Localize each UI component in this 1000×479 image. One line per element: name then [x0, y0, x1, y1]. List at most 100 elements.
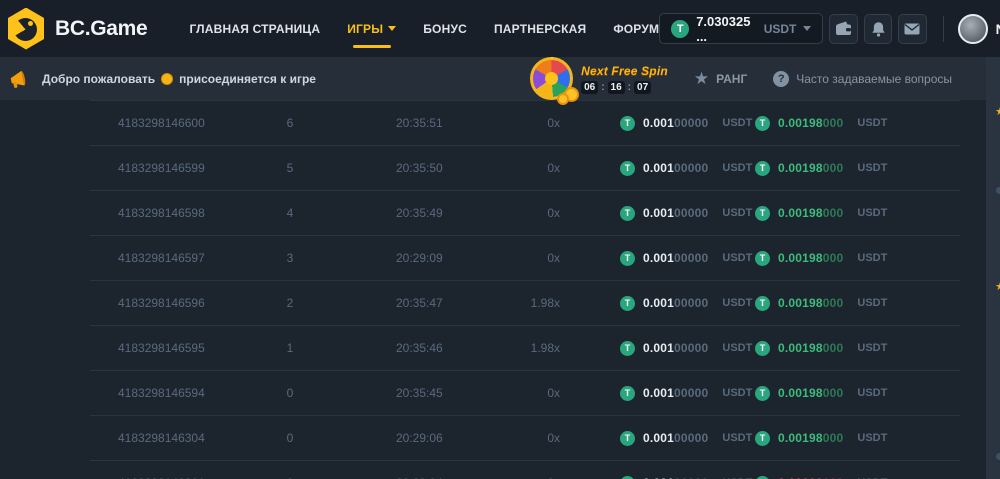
announcement-suffix: присоединяется к игре: [179, 72, 316, 86]
megaphone-icon: [8, 68, 30, 90]
bet-id-cell: 4183298146596: [90, 296, 260, 310]
bet-amount: 0.00100000: [643, 431, 708, 445]
main-nav: ГЛАВНАЯ СТРАНИЦА ИГРЫ БОНУС ПАРТНЕРСКАЯ …: [189, 0, 659, 57]
promo-bar-right: Next Free Spin 06 : 16 : 07 ★ РАНГ ? Час…: [530, 57, 952, 100]
nav-item-games[interactable]: ИГРЫ: [347, 0, 396, 57]
faq-button[interactable]: ? Часто задаваемые вопросы: [773, 71, 952, 87]
bet-amount: 0.00100000: [643, 116, 708, 130]
win-amount: 0.00198000: [778, 341, 843, 355]
avatar: [958, 14, 988, 44]
bet-amount-cell: T0.00100000USDT: [560, 296, 750, 311]
free-spin-widget[interactable]: Next Free Spin 06 : 16 : 07: [530, 57, 668, 100]
brand-name: BC.Game: [55, 17, 147, 41]
win-amount-cell: T0.00198000USDT: [750, 431, 960, 446]
bet-id-cell: 4183298146599: [90, 161, 260, 175]
free-spin-timer: 06 : 16 : 07: [581, 81, 668, 94]
bell-icon: [871, 21, 886, 37]
wallet-button[interactable]: [829, 14, 857, 44]
round-cell: 6: [260, 116, 320, 130]
chat-edge-rail[interactable]: ★ ★: [986, 57, 1000, 479]
amount-trailing-zeros: 000: [823, 341, 844, 355]
tether-icon: T: [755, 251, 770, 266]
bet-id-cell: 4183298146304: [90, 431, 260, 445]
table-row[interactable]: 4183298146301020:29:040xT0.00100000USDTT…: [90, 460, 960, 479]
table-row[interactable]: 4183298146600620:35:510xT0.00100000USDTT…: [90, 100, 960, 145]
bet-amount: 0.00100000: [643, 296, 708, 310]
tether-icon: T: [755, 296, 770, 311]
table-row[interactable]: 4183298146598420:35:490xT0.00100000USDTT…: [90, 190, 960, 235]
timer-separator: :: [628, 82, 631, 93]
amount-trailing-zeros: 00000: [674, 431, 708, 445]
win-amount: 0.00198000: [778, 431, 843, 445]
table-row[interactable]: 4183298146597320:29:090xT0.00100000USDTT…: [90, 235, 960, 280]
announcement-prefix: Добро пожаловать: [42, 72, 155, 86]
table-row[interactable]: 4183298146304020:29:060xT0.00100000USDTT…: [90, 415, 960, 460]
win-amount: 0.00198000: [778, 386, 843, 400]
table-row[interactable]: 4183298146599520:35:500xT0.00100000USDTT…: [90, 145, 960, 190]
round-cell: 4: [260, 206, 320, 220]
bet-amount-cell: T0.00100000USDT: [560, 386, 750, 401]
star-emoji-icon: ★: [995, 107, 1000, 118]
table-row[interactable]: 4183298146594020:35:450xT0.00100000USDTT…: [90, 370, 960, 415]
nav-item-bonus[interactable]: БОНУС: [423, 0, 467, 57]
spin-wheel-icon: [530, 57, 573, 100]
bet-amount: 0.00100000: [643, 206, 708, 220]
tether-icon: T: [755, 386, 770, 401]
win-amount-cell: T0.00198000USDT: [750, 161, 960, 176]
bet-id-cell: 4183298146600: [90, 116, 260, 130]
amount-main: 0.00198: [778, 251, 823, 265]
amount-trailing-zeros: 00000: [674, 116, 708, 130]
top-navbar: BC.Game ГЛАВНАЯ СТРАНИЦА ИГРЫ БОНУС ПАРТ…: [0, 0, 1000, 57]
round-cell: 2: [260, 296, 320, 310]
nav-item-label: БОНУС: [423, 22, 467, 36]
tether-icon: T: [620, 296, 635, 311]
multiplier-cell: 0x: [490, 386, 560, 400]
win-amount: 0.00198000: [778, 296, 843, 310]
notifications-button[interactable]: [864, 14, 892, 44]
amount-trailing-zeros: 000: [823, 296, 844, 310]
timer-separator: :: [601, 82, 604, 93]
multiplier-cell: 0x: [490, 431, 560, 445]
balance-selector[interactable]: T 7.030325 ... USDT: [659, 13, 823, 44]
rank-button[interactable]: ★ РАНГ: [694, 70, 747, 87]
chevron-down-icon: [388, 26, 396, 31]
currency-label: USDT: [857, 252, 887, 264]
win-amount: 0.00198000: [778, 161, 843, 175]
amount-trailing-zeros: 000: [823, 161, 844, 175]
multiplier-cell: 0x: [490, 206, 560, 220]
timer-hours: 06: [581, 81, 598, 94]
multiplier-cell: 0x: [490, 251, 560, 265]
time-cell: 20:35:47: [320, 296, 490, 310]
amount-trailing-zeros: 00000: [674, 251, 708, 265]
announcement-message[interactable]: Добро пожаловать присоединяется к игре: [42, 72, 316, 86]
bet-id-cell: 4183298146595: [90, 341, 260, 355]
tether-icon: T: [620, 251, 635, 266]
amount-trailing-zeros: 000: [823, 431, 844, 445]
bet-id-cell: 4183298146594: [90, 386, 260, 400]
nav-item-home[interactable]: ГЛАВНАЯ СТРАНИЦА: [189, 0, 320, 57]
messages-button[interactable]: [898, 14, 926, 44]
bet-id-cell: 4183298146597: [90, 251, 260, 265]
currency-label: USDT: [722, 432, 752, 444]
brand-logo[interactable]: BC.Game: [6, 8, 147, 50]
user-menu[interactable]: Nashka: [958, 14, 1000, 44]
table-row[interactable]: 4183298146596220:35:471.98xT0.00100000US…: [90, 280, 960, 325]
multiplier-cell: 1.98x: [490, 341, 560, 355]
currency-label: USDT: [857, 162, 887, 174]
bets-table-body: 4183298146600620:35:510xT0.00100000USDTT…: [90, 100, 960, 479]
nav-item-affiliate[interactable]: ПАРТНЕРСКАЯ: [494, 0, 586, 57]
balance-currency: USDT: [764, 22, 797, 36]
amount-trailing-zeros: 000: [823, 206, 844, 220]
win-amount-cell: T0.00198000USDT: [750, 251, 960, 266]
nav-item-label: ИГРЫ: [347, 22, 383, 36]
multiplier-cell: 0x: [490, 116, 560, 130]
tether-icon: T: [620, 431, 635, 446]
balance-amount: 7.030325 ...: [696, 14, 756, 44]
currency-label: USDT: [857, 342, 887, 354]
brand-logo-icon: [6, 8, 46, 50]
table-row[interactable]: 4183298146595120:35:461.98xT0.00100000US…: [90, 325, 960, 370]
tether-icon: T: [755, 116, 770, 131]
nav-item-forum[interactable]: ФОРУМ: [613, 0, 659, 57]
tether-icon: T: [620, 341, 635, 356]
bet-amount: 0.00100000: [643, 386, 708, 400]
